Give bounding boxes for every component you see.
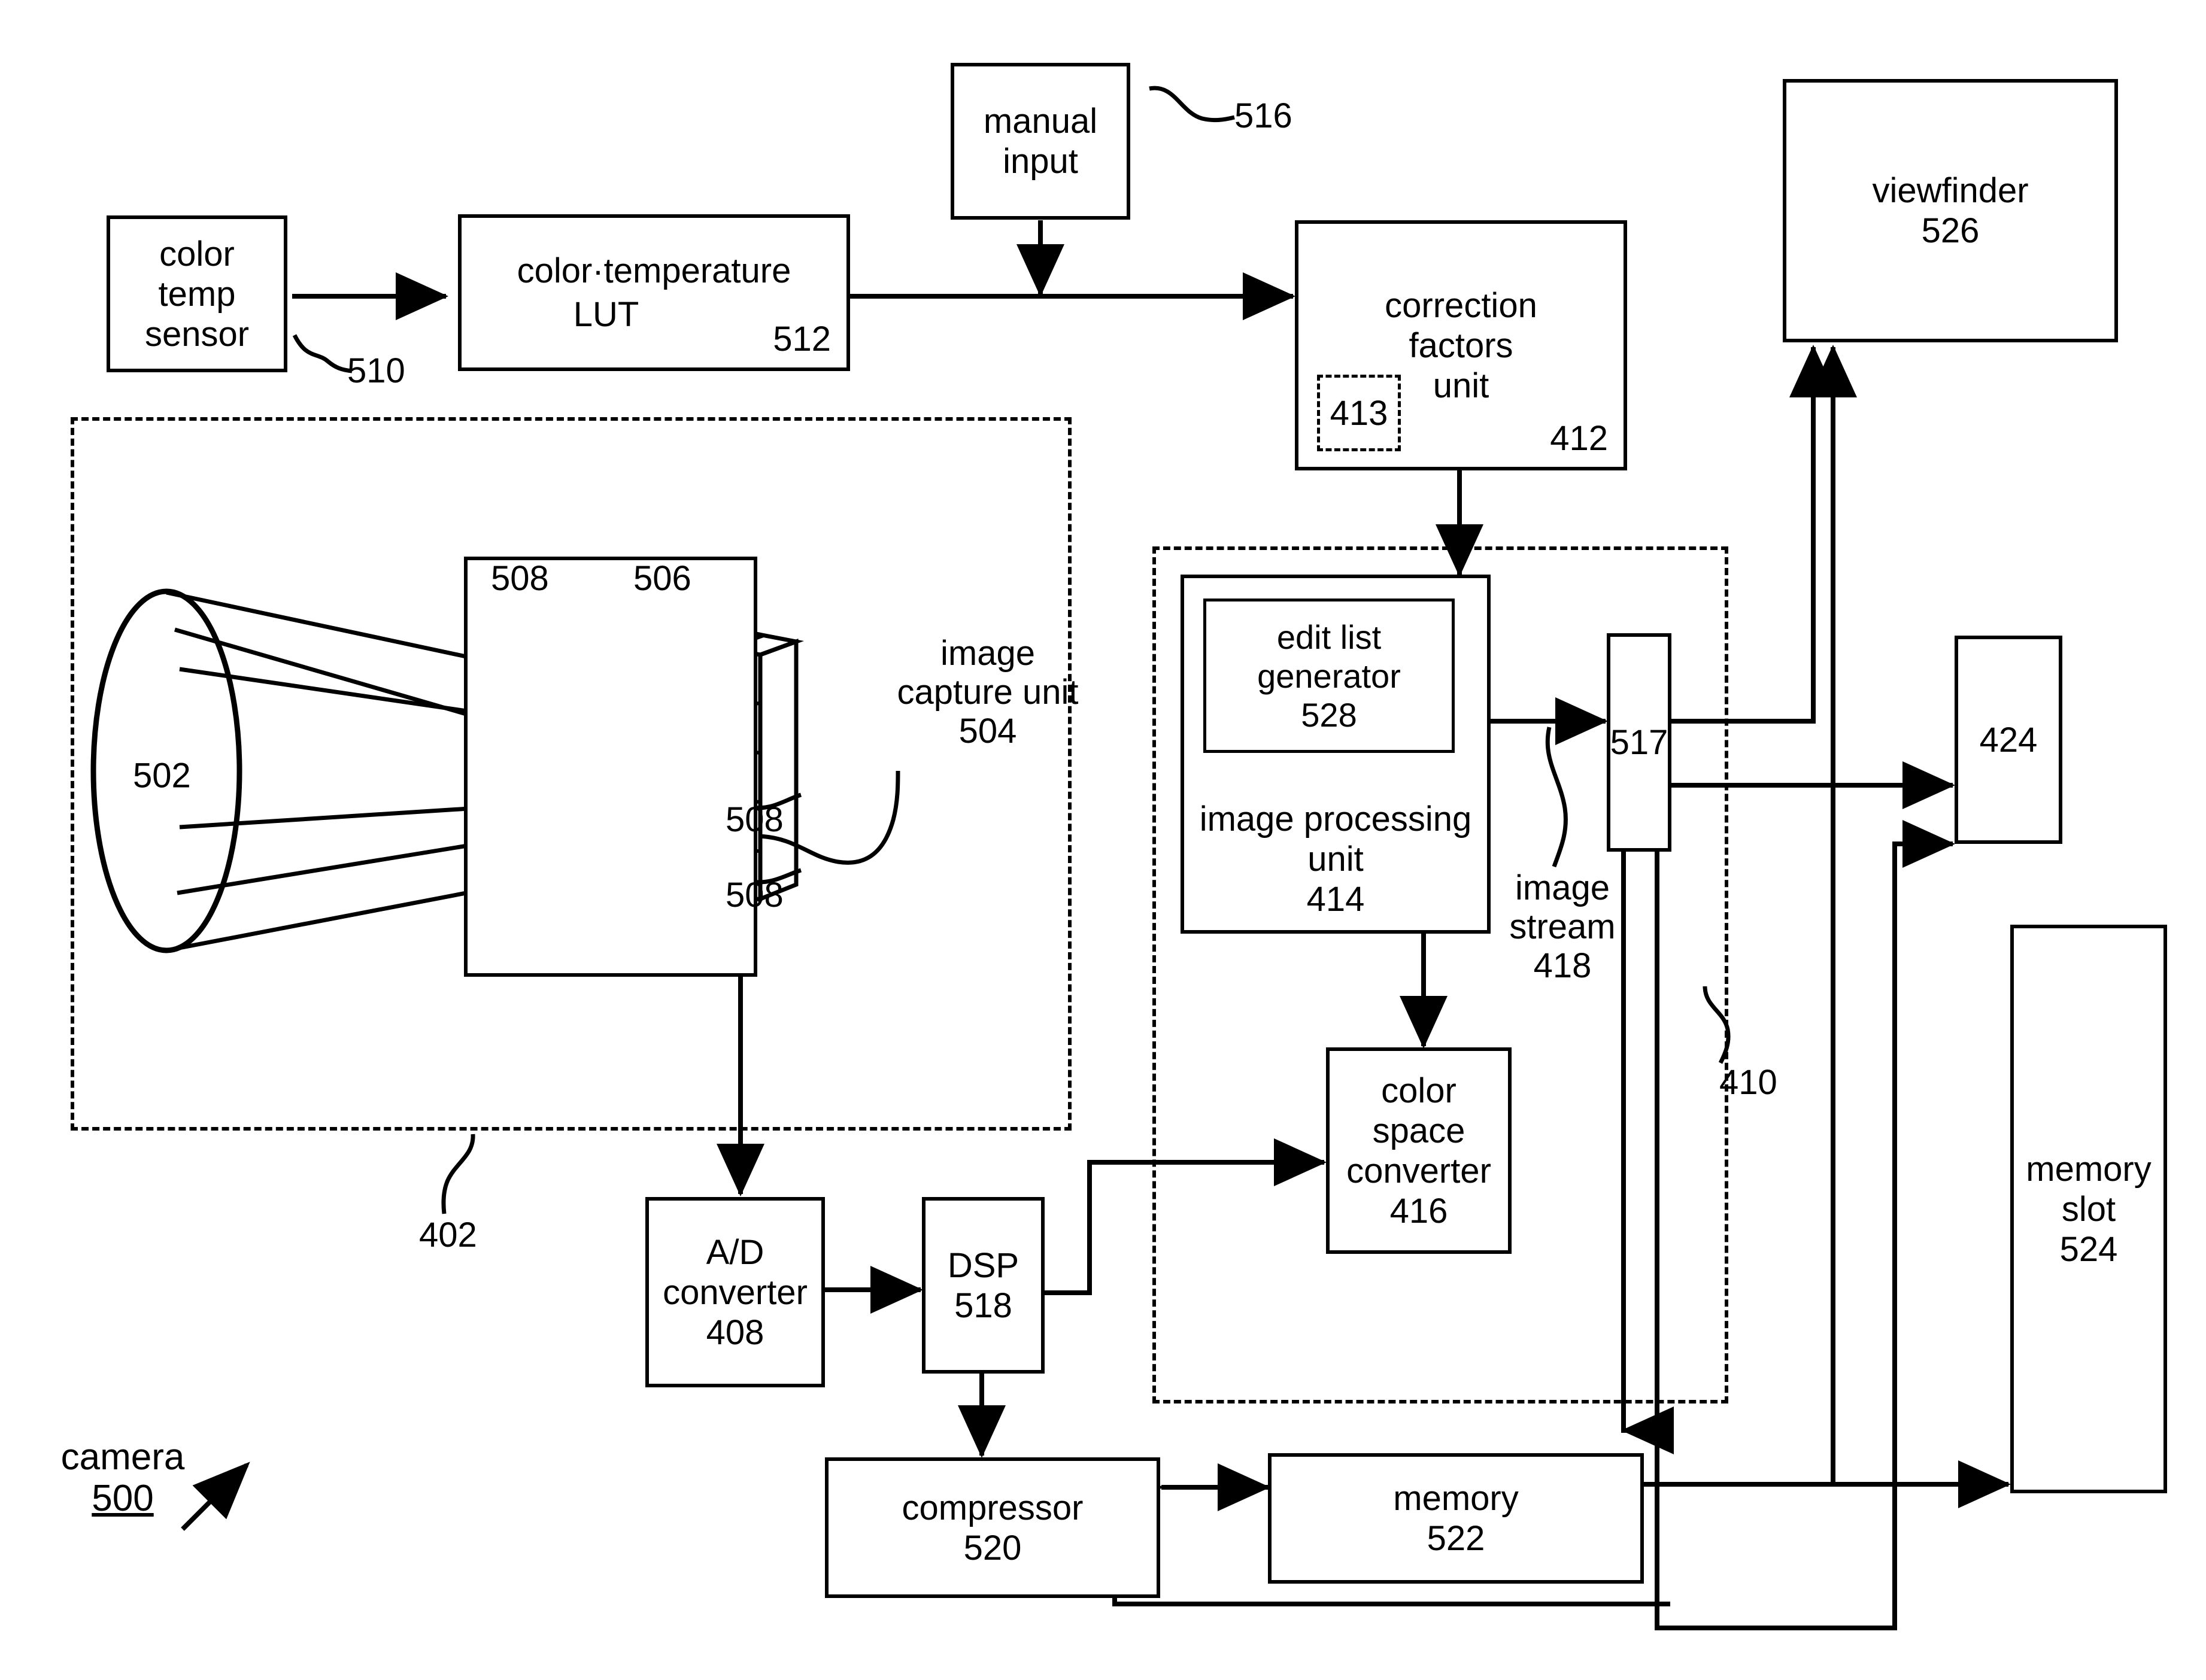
ref-416: 416 <box>1389 1191 1448 1231</box>
dsp-label: DSP <box>947 1245 1019 1285</box>
viewfinder-block[interactable]: viewfinder 526 <box>1783 79 2118 342</box>
ref-508-low: 508 <box>726 876 784 915</box>
color-space-converter-block[interactable]: color space converter 416 <box>1326 1047 1512 1254</box>
image-capture-unit-line-2: capture unit <box>897 672 1079 712</box>
compressor-label: compressor <box>902 1488 1084 1527</box>
color-temp-sensor-line-1: color <box>159 234 235 274</box>
ref-412: 412 <box>1550 419 1608 458</box>
manual-input-line-1: manual <box>983 102 1098 141</box>
ref-516: 516 <box>1234 96 1292 135</box>
ref-510: 510 <box>347 351 405 390</box>
ref-528: 528 <box>1301 695 1357 734</box>
color-temp-sensor-block[interactable]: color temp sensor <box>107 215 287 372</box>
switch-517-block[interactable]: 517 <box>1607 633 1671 852</box>
ad-converter-block[interactable]: A/D converter 408 <box>645 1197 825 1387</box>
csc-line-1: color <box>1381 1071 1456 1110</box>
ref-524: 524 <box>2059 1229 2118 1269</box>
figure-canvas: color temp sensor 510 color·temperature … <box>0 0 2206 1680</box>
compressor-block[interactable]: compressor 520 <box>825 1457 1160 1598</box>
image-capture-unit-label: image capture unit 504 <box>880 634 1096 751</box>
csc-line-3: converter <box>1346 1151 1491 1190</box>
dsp-block[interactable]: DSP 518 <box>922 1197 1045 1374</box>
correction-factors-line-3: unit <box>1433 366 1489 405</box>
memory-slot-block[interactable]: memory slot 524 <box>2010 925 2167 1493</box>
image-capture-unit-line-1: image <box>940 634 1035 673</box>
ref-502: 502 <box>133 756 191 795</box>
ref-408: 408 <box>706 1313 764 1352</box>
memory-slot-line-1: memory <box>2026 1149 2152 1189</box>
correction-factors-inner-413: 413 <box>1317 375 1401 451</box>
ref-526: 526 <box>1921 211 1980 250</box>
memory-label: memory <box>1393 1479 1519 1518</box>
color-temp-sensor-line-3: sensor <box>144 314 250 354</box>
ref-506: 506 <box>633 559 691 598</box>
adc-line-2: converter <box>663 1272 808 1312</box>
ref-508-mid: 508 <box>726 800 784 839</box>
lut-line-2: LUT <box>573 295 639 334</box>
memory-slot-line-2: slot <box>2061 1189 2116 1229</box>
color-temp-sensor-line-2: temp <box>158 274 236 314</box>
ref-424: 424 <box>1979 720 2038 760</box>
ref-520: 520 <box>963 1528 1022 1567</box>
ref-414: 414 <box>1306 880 1365 919</box>
ref-418: 418 <box>1533 946 1592 985</box>
image-stream-line-2: stream <box>1509 907 1616 946</box>
ref-517: 517 <box>1610 723 1668 762</box>
figure-title: camera 500 <box>33 1436 213 1520</box>
ref-504: 504 <box>958 711 1017 751</box>
ref-413: 413 <box>1330 393 1388 433</box>
figure-title-label: camera <box>60 1436 185 1478</box>
image-stream-label: image stream 418 <box>1485 868 1640 986</box>
manual-input-line-2: input <box>1003 142 1078 181</box>
adc-line-1: A/D <box>706 1232 764 1272</box>
ref-518: 518 <box>954 1286 1012 1325</box>
edit-list-generator-block[interactable]: edit list generator 528 <box>1203 599 1455 753</box>
ref-508-top: 508 <box>491 559 549 598</box>
ref-410: 410 <box>1719 1063 1777 1102</box>
elg-line-2: generator <box>1257 657 1401 695</box>
csc-line-2: space <box>1372 1111 1465 1150</box>
leader-516 <box>1149 86 1235 123</box>
output-424-block[interactable]: 424 <box>1955 636 2062 844</box>
memory-block[interactable]: memory 522 <box>1268 1453 1644 1584</box>
ref-512: 512 <box>773 320 831 359</box>
correction-factors-line-2: factors <box>1409 326 1513 365</box>
figure-title-number: 500 <box>92 1478 154 1520</box>
image-capture-unit-block <box>464 557 757 977</box>
lut-line-1: color·temperature <box>517 251 791 290</box>
viewfinder-label: viewfinder <box>1872 171 2029 210</box>
color-temperature-lut-block[interactable]: color·temperature LUT 512 <box>458 214 850 371</box>
ipu-line-2: unit <box>1307 840 1364 879</box>
elg-line-1: edit list <box>1276 618 1382 656</box>
leader-402 <box>441 1134 475 1214</box>
ipu-line-1: image processing <box>1199 800 1472 839</box>
ref-402: 402 <box>419 1216 477 1254</box>
manual-input-block[interactable]: manual input <box>951 63 1130 220</box>
correction-factors-line-1: correction <box>1385 285 1537 325</box>
image-stream-line-1: image <box>1515 868 1610 907</box>
ref-522: 522 <box>1427 1519 1485 1558</box>
leader-510 <box>292 334 353 373</box>
